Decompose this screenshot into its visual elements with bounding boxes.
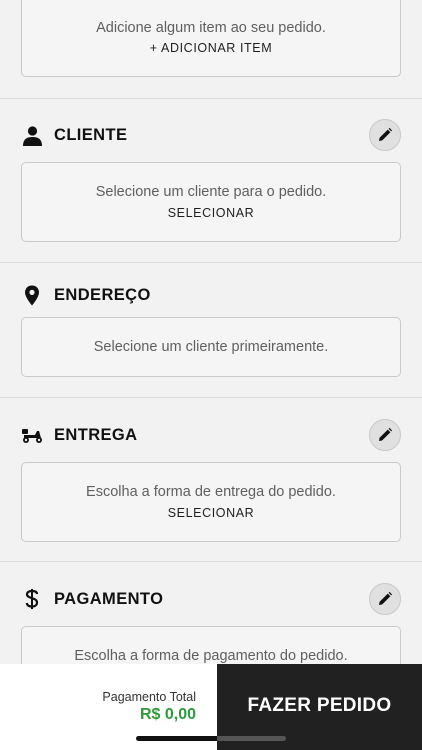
pagamento-message: Escolha a forma de pagamento do pedido. <box>74 648 348 664</box>
total-value: R$ 0,00 <box>139 706 196 723</box>
pencil-icon <box>379 127 393 141</box>
person-icon <box>21 124 43 146</box>
cliente-header: CLIENTE <box>21 117 401 153</box>
entrega-section: ENTREGA Escolha a forma de entrega do pe… <box>0 398 422 562</box>
endereco-card[interactable]: Selecione um cliente primeiramente. <box>21 317 401 377</box>
home-indicator[interactable] <box>136 736 286 741</box>
cliente-title: CLIENTE <box>54 125 128 144</box>
endereco-header: ENDEREÇO <box>21 277 401 313</box>
endereco-message: Selecione um cliente primeiramente. <box>93 339 329 355</box>
pencil-icon <box>379 591 393 605</box>
add-item-button[interactable]: + ADICIONAR ITEM <box>22 41 400 55</box>
cliente-section: CLIENTE Selecione um cliente para o pedi… <box>0 99 422 263</box>
entrega-header: ENTREGA <box>21 417 401 453</box>
select-cliente-button[interactable]: SELECIONAR <box>22 206 400 220</box>
items-message: Adicione algum item ao seu pedido. <box>96 20 326 36</box>
dollar-icon <box>21 588 43 610</box>
pagamento-section: PAGAMENTO Escolha a forma de pagamento d… <box>0 562 422 664</box>
total-label: Pagamento Total <box>102 690 196 704</box>
entrega-card[interactable]: Escolha a forma de entrega do pedido. SE… <box>21 462 401 542</box>
scooter-icon <box>21 424 43 446</box>
cliente-message: Selecione um cliente para o pedido. <box>95 184 327 200</box>
entrega-title: ENTREGA <box>54 425 138 444</box>
entrega-message: Escolha a forma de entrega do pedido. <box>86 484 336 500</box>
order-form: Adicione algum item ao seu pedido. + ADI… <box>0 0 422 664</box>
pagamento-header: PAGAMENTO <box>21 581 401 617</box>
pencil-icon <box>379 427 393 441</box>
edit-entrega-button[interactable] <box>369 419 401 451</box>
endereco-title: ENDEREÇO <box>54 285 151 304</box>
items-section: Adicione algum item ao seu pedido. + ADI… <box>0 0 422 99</box>
select-entrega-button[interactable]: SELECIONAR <box>22 506 400 520</box>
pagamento-title: PAGAMENTO <box>54 589 164 608</box>
location-pin-icon <box>21 284 43 306</box>
place-order-label: FAZER PEDIDO <box>247 694 392 716</box>
edit-cliente-button[interactable] <box>369 119 401 151</box>
pagamento-card[interactable]: Escolha a forma de pagamento do pedido. <box>21 626 401 664</box>
endereco-section: ENDEREÇO Selecione um cliente primeirame… <box>0 263 422 398</box>
cliente-card[interactable]: Selecione um cliente para o pedido. SELE… <box>21 162 401 242</box>
edit-pagamento-button[interactable] <box>369 583 401 615</box>
items-card[interactable]: Adicione algum item ao seu pedido. + ADI… <box>21 0 401 77</box>
